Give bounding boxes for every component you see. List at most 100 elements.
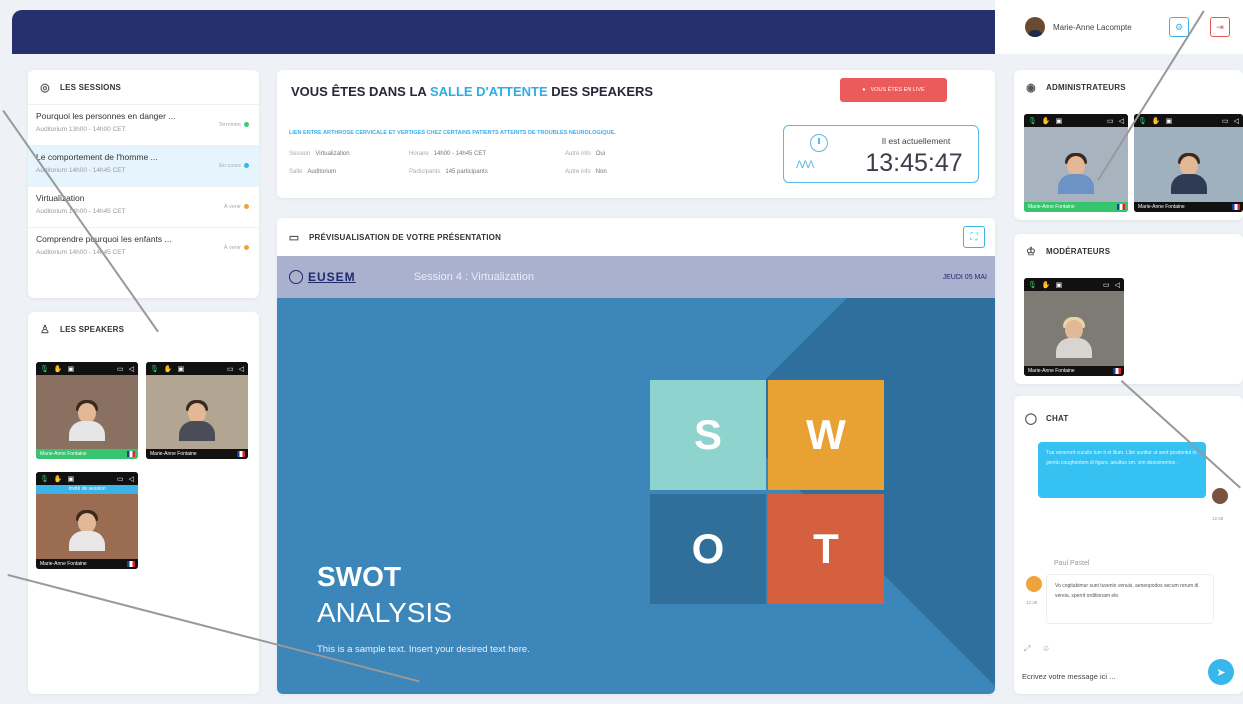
speaker-video-tile[interactable]: 🎙 ✋ ▣ ▭ ◁ Invité de session Marie-Anne Fonta… <box>36 472 138 569</box>
hand-icon[interactable]: ✋ <box>1042 281 1051 289</box>
chat-message-sent: Tua venerunt cucullo tum ti et illum. Li… <box>1038 442 1206 498</box>
expand-icon: ⛶ <box>970 231 978 243</box>
mic-icon[interactable]: 🎙 <box>40 475 49 483</box>
swot-square-o: O <box>650 494 766 604</box>
screen-icon[interactable]: ▣ <box>68 475 75 483</box>
guest-label: Invité de session <box>36 485 138 494</box>
screen-icon[interactable]: ▣ <box>1166 117 1173 125</box>
settings-button[interactable]: ⚙ <box>1169 17 1189 37</box>
status-dot <box>244 245 249 251</box>
slide-title-2: ANALYSIS <box>317 597 452 628</box>
camera-icon[interactable]: ▭ <box>1103 281 1110 289</box>
flag-icon <box>1117 204 1125 210</box>
session-status: En cours <box>219 163 241 169</box>
slide-date: JEUDI 05 MAI <box>942 273 987 281</box>
waiting-room-panel: VOUS ÊTES DANS LA SALLE D'ATTENTE DES SP… <box>277 70 995 198</box>
fullscreen-button[interactable]: ⛶ <box>963 226 985 248</box>
meta-label: Horaire <box>409 151 429 157</box>
sessions-title: LES SESSIONS <box>60 82 122 92</box>
screen-icon[interactable]: ▣ <box>1056 281 1063 289</box>
session-meta: Auditorium 14h00 - 14h45 CET <box>36 249 126 256</box>
speaker-icon[interactable]: ◁ <box>239 365 244 373</box>
screen-icon[interactable]: ▣ <box>178 365 185 373</box>
camera-icon[interactable]: ▭ <box>1222 117 1229 125</box>
swot-letter: S <box>693 411 722 458</box>
session-status: À venir <box>223 245 241 251</box>
hand-icon[interactable]: ✋ <box>54 365 63 373</box>
trophy-icon: ♔ <box>1025 245 1037 258</box>
camera-icon[interactable]: ▭ <box>1107 117 1114 125</box>
hand-icon[interactable]: ✋ <box>1042 117 1051 125</box>
expand-chat-icon[interactable]: ⤢ <box>1024 644 1030 654</box>
user-bar: Marie-Anne Lacompte ⚙ ⇥ <box>995 0 1243 54</box>
swot-square-s: S <box>650 380 766 490</box>
participant-name: Marie-Anne Fontaine <box>146 449 248 459</box>
camera-icon[interactable]: ▭ <box>227 365 234 373</box>
chat-message-input[interactable]: Ecrivez votre message ici ... <box>1022 672 1115 681</box>
chat-title: CHAT <box>1046 413 1069 423</box>
meta-horaire: Horaire 14h00 - 14h45 CET <box>409 151 486 157</box>
admin-icon: ◉ <box>1026 81 1036 94</box>
live-button[interactable]: ● VOUS ÊTES EN LIVE <box>840 78 947 102</box>
moderator-video-tile[interactable]: 🎙 ✋ ▣ ▭ ◁ Marie-Anne Fontaine <box>1024 278 1124 376</box>
slide-text: This is a sample text. Insert your desir… <box>317 644 530 655</box>
session-item[interactable]: Comprendre pourquoi les enfants ... Audi… <box>28 227 259 268</box>
screen-icon[interactable]: ▣ <box>1056 117 1063 125</box>
speaker-video-tile[interactable]: 🎙 ✋ ▣ ▭ ◁ Marie-Anne Fontaine <box>36 362 138 459</box>
moderators-panel: ♔ MODÉRATEURS 🎙 ✋ ▣ ▭ ◁ Marie-Anne Fontaine <box>1014 234 1243 384</box>
tile-controls: 🎙 ✋ ▣ ▭ ◁ <box>36 472 138 485</box>
mic-icon[interactable]: 🎙 <box>150 365 159 373</box>
mic-icon[interactable]: 🎙 <box>1028 281 1037 289</box>
clock-time: 13:45:47 <box>865 149 963 177</box>
tile-controls: 🎙 ✋ ▣ ▭ ◁ <box>1024 114 1128 127</box>
swot-square-w: W <box>768 380 884 490</box>
swot-letter: T <box>813 525 839 572</box>
session-item[interactable]: Virtualization Auditorium 14h00 - 14h45 … <box>28 186 259 227</box>
mic-icon[interactable]: 🎙 <box>40 365 49 373</box>
preview-panel: ▭ PRÉVISUALISATION DE VOTRE PRÉSENTATION … <box>277 218 995 694</box>
mic-icon[interactable]: 🎙 <box>1028 117 1037 125</box>
hand-icon[interactable]: ✋ <box>164 365 173 373</box>
camera-icon[interactable]: ▭ <box>117 475 124 483</box>
gear-icon: ⚙ <box>1174 21 1184 32</box>
meta-salle: Salle Auditorium <box>289 169 336 175</box>
speaker-icon[interactable]: ◁ <box>129 475 134 483</box>
hand-icon[interactable]: ✋ <box>1152 117 1161 125</box>
chat-icon: ◯ <box>1024 412 1038 425</box>
video-feed <box>36 494 138 559</box>
meta-other: Autre info Non <box>565 169 607 175</box>
chat-time: 12:48 <box>1212 516 1224 521</box>
session-item[interactable]: Le comportement de l'homme ... Auditoriu… <box>28 145 259 186</box>
speakers-panel: ♙ LES SPEAKERS 🎙 ✋ ▣ ▭ ◁ Marie-Anne Fontaine … <box>28 312 259 694</box>
logout-button[interactable]: ⇥ <box>1210 17 1230 37</box>
screen-icon[interactable]: ▣ <box>68 365 75 373</box>
hand-icon[interactable]: ✋ <box>54 475 63 483</box>
session-item[interactable]: Pourquoi les personnes en danger ... Aud… <box>28 104 259 145</box>
emoji-icon[interactable]: ☺ <box>1042 644 1050 653</box>
mic-icon[interactable]: 🎙 <box>1138 117 1147 125</box>
session-title: Le comportement de l'homme ... <box>36 152 158 162</box>
slide-session-name: Session 4 : Virtualization <box>413 271 534 283</box>
speaker-video-tile[interactable]: 🎙 ✋ ▣ ▭ ◁ Marie-Anne Fontaine <box>146 362 248 459</box>
chat-message-received: Vo cogitabimur sunt tuvenio venuis, aene… <box>1046 574 1214 624</box>
video-feed <box>36 375 138 449</box>
sessions-panel: ◎ LES SESSIONS Pourquoi les personnes en … <box>28 70 259 298</box>
flag-icon <box>127 451 135 457</box>
speaker-icon[interactable]: ◁ <box>1234 117 1239 125</box>
session-meta: Auditorium 14h00 - 14h45 CET <box>36 208 126 215</box>
speakers-title: LES SPEAKERS <box>60 324 125 334</box>
send-button[interactable]: ➤ <box>1208 659 1234 685</box>
camera-icon[interactable]: ▭ <box>117 365 124 373</box>
audience-icon: ᐱᐱᐱ <box>796 160 815 171</box>
flag-icon <box>127 561 135 567</box>
user-avatar[interactable] <box>1025 17 1045 37</box>
participant-name: Marie-Anne Fontaine <box>36 559 138 569</box>
admin-video-tile[interactable]: 🎙 ✋ ▣ ▭ ◁ Marie-Anne Fontaine <box>1134 114 1243 212</box>
video-feed <box>1134 127 1243 202</box>
admin-video-tile[interactable]: 🎙 ✋ ▣ ▭ ◁ Marie-Anne Fontaine <box>1024 114 1128 212</box>
speaker-icon[interactable]: ◁ <box>129 365 134 373</box>
flag-icon <box>1232 204 1240 210</box>
speaker-icon[interactable]: ◁ <box>1119 117 1124 125</box>
speaker-icon[interactable]: ◁ <box>1115 281 1120 289</box>
flag-icon <box>1113 368 1121 374</box>
